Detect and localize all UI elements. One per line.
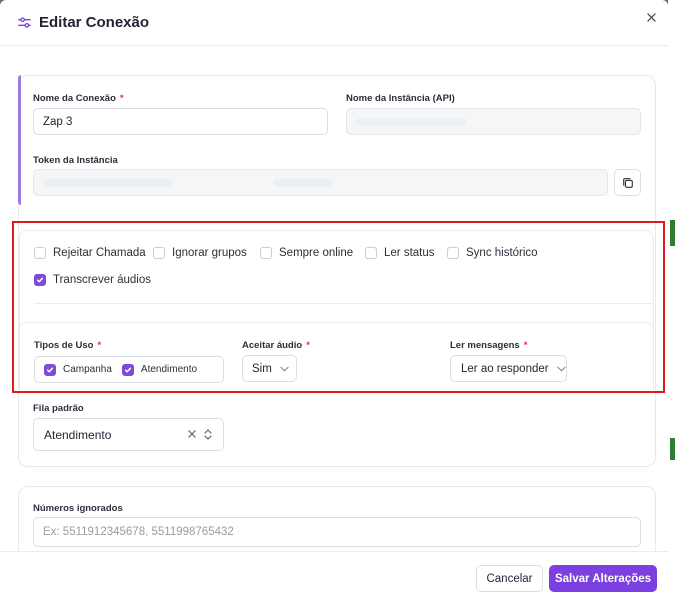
check-icon [36,277,44,283]
token-input[interactable] [33,169,608,196]
select-value: Ler ao responder [461,362,549,375]
accept-audio-label: Aceitar áudio * [242,340,310,351]
save-changes-button[interactable]: Salvar Alterações [549,565,657,592]
checkbox-transcribe-audio[interactable]: Transcrever áudios [34,274,151,286]
chevron-up-down-icon [204,428,212,441]
copy-token-button[interactable] [614,169,641,196]
instance-name-label: Nome da Instância (API) [346,93,455,104]
check-icon [124,367,132,372]
blurred-token-2 [273,178,333,187]
checkbox-reject-call[interactable]: Rejeitar Chamada [34,247,146,259]
chevron-down-icon [556,366,566,372]
checkbox-label: Sync histórico [466,247,538,259]
connection-name-label: Nome da Conexão * [33,93,124,104]
connection-name-input[interactable]: Zap 3 [33,108,328,135]
usage-types-box: Campanha Atendimento [34,356,224,383]
chip-label: Campanha [63,364,112,375]
checkbox-label: Transcrever áudios [53,274,152,286]
blurred-token [43,178,173,187]
ignored-numbers-input[interactable]: Ex: 5511912345678, 5511998765432 [33,517,641,547]
select-value: Sim [252,362,272,375]
read-messages-label: Ler mensagens * [450,340,528,351]
checkbox-box[interactable] [365,247,377,259]
card-accent-bar [18,75,21,205]
sliders-icon [17,15,33,31]
accept-audio-select[interactable]: Sim [242,355,297,382]
instance-name-input[interactable] [346,108,641,135]
checkbox-label: Rejeitar Chamada [53,247,146,259]
checkbox-always-online[interactable]: Sempre online [260,247,353,259]
checkbox-ignore-groups[interactable]: Ignorar grupos [153,247,247,259]
usage-types-label: Tipos de Uso * [34,340,102,351]
modal-title: Editar Conexão [39,14,150,31]
select-value: Atendimento [44,427,112,442]
close-icon[interactable] [644,10,658,24]
ignored-numbers-placeholder: Ex: 5511912345678, 5511998765432 [43,526,234,538]
background-accent [670,220,675,246]
default-queue-label: Fila padrão [33,403,84,414]
checkbox-label: Sempre online [279,247,354,259]
checkbox-label: Ler status [384,247,435,259]
checkbox-read-status[interactable]: Ler status [365,247,435,259]
background-accent [670,438,675,460]
chevron-down-icon [280,366,289,372]
default-queue-select[interactable]: Atendimento [33,418,224,451]
edit-connection-modal: Editar Conexão Nome da Conexão * Zap 3 No… [0,0,668,604]
options-divider [34,303,654,304]
checkbox-box[interactable] [447,247,459,259]
blurred-value [356,117,466,126]
modal-footer: Cancelar Salvar Alterações [0,551,668,604]
read-messages-select[interactable]: Ler ao responder [450,355,567,382]
cancel-button[interactable]: Cancelar [476,565,543,592]
ignored-numbers-label: Números ignorados [33,503,123,514]
modal-header: Editar Conexão [0,0,668,46]
checkbox-label: Ignorar grupos [172,247,247,259]
usage-type-service[interactable]: Atendimento [121,363,198,376]
checkbox-sync-history[interactable]: Sync histórico [447,247,538,259]
copy-icon [622,177,634,189]
checkbox-box[interactable] [260,247,272,259]
clear-icon[interactable] [188,430,196,438]
checkbox-box[interactable] [153,247,165,259]
usage-type-campaign[interactable]: Campanha [44,363,112,376]
token-label: Token da Instância [33,155,118,166]
checkbox-box-checked[interactable] [34,274,46,286]
checkbox-box-checked[interactable] [121,363,134,376]
background-strip [668,0,675,604]
chip-label: Atendimento [140,364,198,375]
check-icon [46,367,54,372]
checkbox-box[interactable] [34,247,46,259]
checkbox-box-checked[interactable] [44,363,56,376]
connection-name-value: Zap 3 [43,115,73,128]
